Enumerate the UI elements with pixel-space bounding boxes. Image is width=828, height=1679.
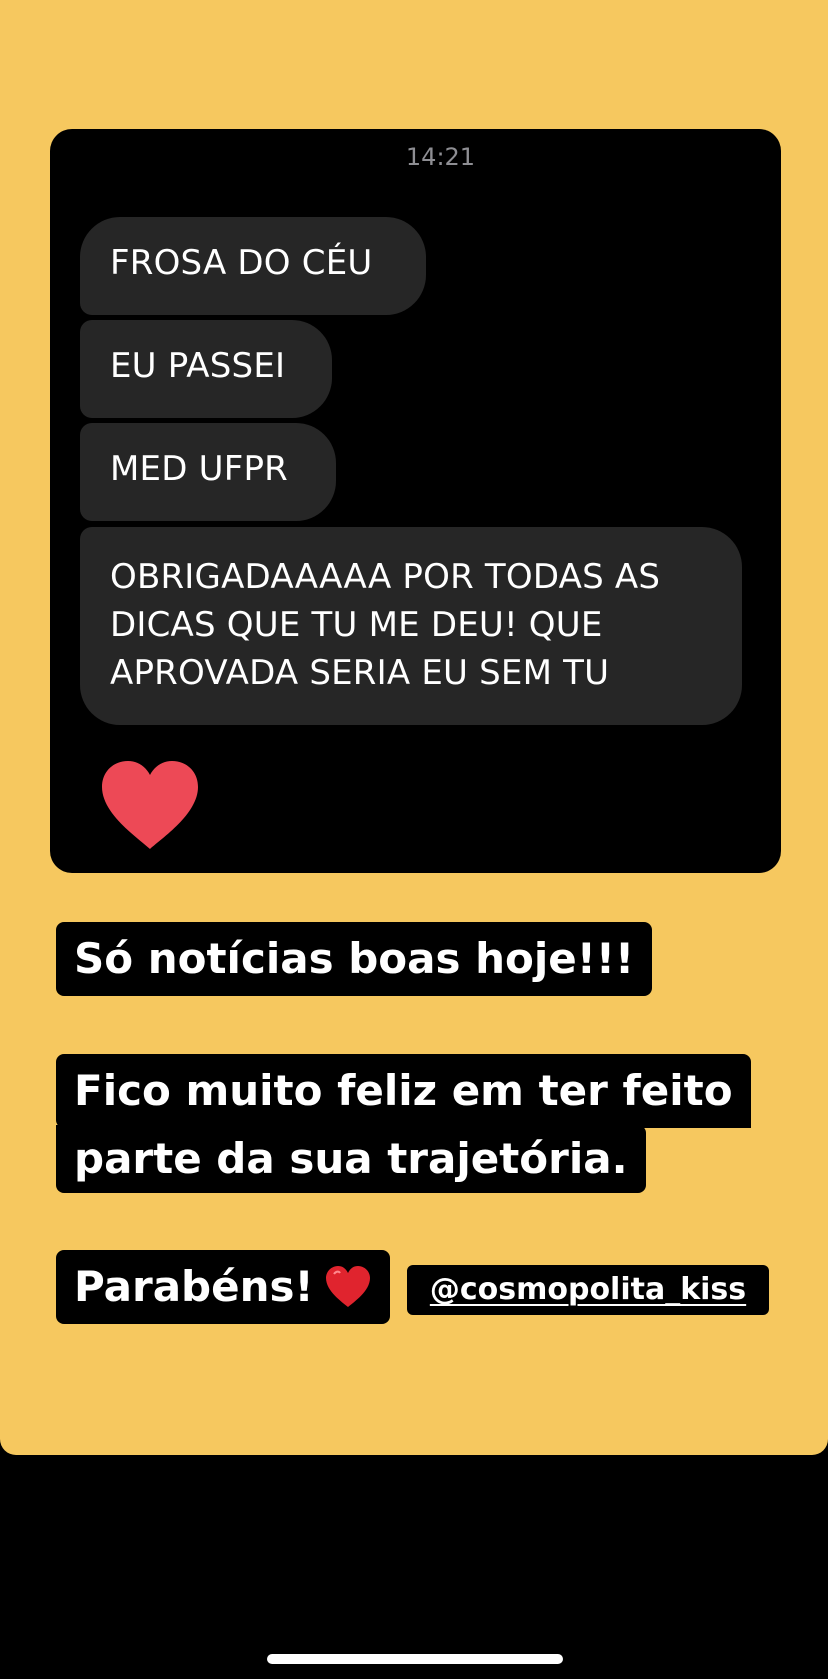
message-bubble: EU PASSEI (80, 320, 332, 418)
message-bubble: MED UFPR (80, 423, 336, 521)
caption-label: Parabéns! (74, 1262, 314, 1311)
caption-text: Parabéns! (56, 1250, 390, 1324)
caption-text: Só notícias boas hoje!!! (56, 922, 653, 996)
heart-emoji-icon (325, 1266, 370, 1307)
caption-text: Fico muito feliz em ter feito (56, 1054, 751, 1128)
home-indicator[interactable] (267, 1654, 563, 1664)
mention-handle[interactable]: @cosmopolita_kiss (430, 1272, 746, 1307)
heart-icon[interactable] (98, 759, 202, 853)
mention-sticker[interactable]: @cosmopolita_kiss (407, 1265, 769, 1315)
caption-text: parte da sua trajetória. (56, 1125, 646, 1193)
dm-screenshot: 14:21 FROSA DO CÉU EU PASSEI MED UFPR OB… (50, 129, 781, 873)
message-bubble: FROSA DO CÉU (80, 217, 426, 315)
message-timestamp: 14:21 (405, 143, 476, 171)
story-card: 14:21 FROSA DO CÉU EU PASSEI MED UFPR OB… (0, 0, 828, 1455)
message-bubble: OBRIGADAAAAA POR TODAS AS DICAS QUE TU M… (80, 527, 742, 725)
